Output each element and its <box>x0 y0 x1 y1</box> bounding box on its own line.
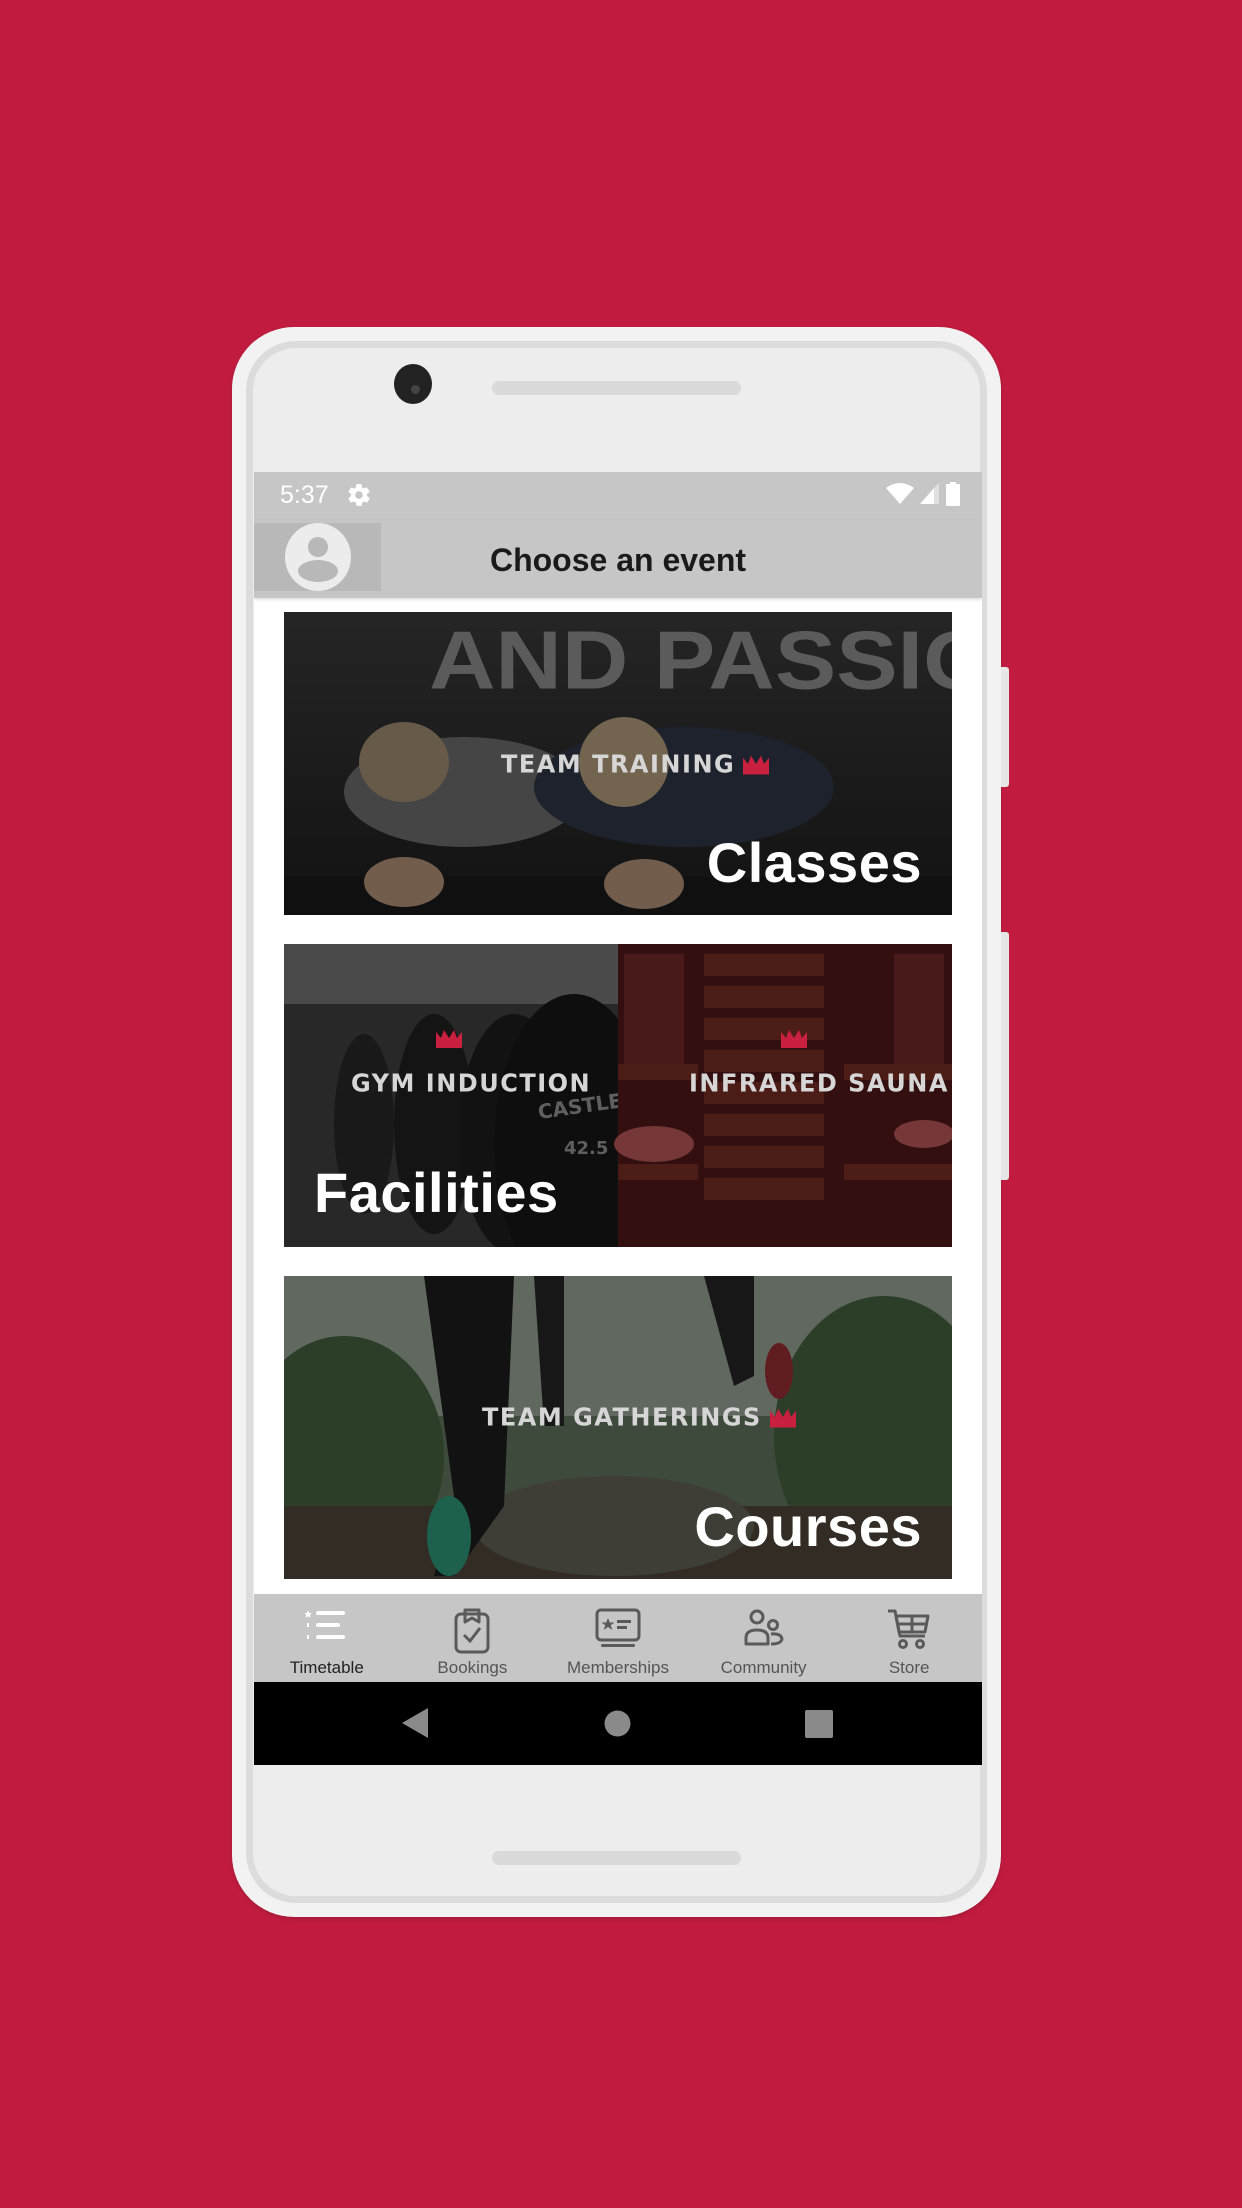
cart-icon <box>888 1609 930 1649</box>
back-icon[interactable] <box>402 1708 428 1738</box>
volume-button <box>1001 932 1009 1180</box>
crown-icon <box>781 1030 807 1048</box>
status-icons <box>886 482 960 506</box>
app-header: Choose an event <box>254 520 982 598</box>
crown-icon <box>436 1030 462 1048</box>
membership-card-icon <box>595 1608 641 1647</box>
tab-bookings[interactable]: Bookings <box>400 1594 546 1682</box>
signal-icon <box>920 483 939 504</box>
gym-induction-logo: GYM INDUCTION <box>351 1068 592 1098</box>
card-title: Facilities <box>314 1161 559 1224</box>
status-time: 5:37 <box>280 481 329 509</box>
list-icon <box>304 1610 345 1639</box>
wifi-icon <box>886 483 914 504</box>
card-title: Classes <box>706 831 922 894</box>
home-icon[interactable] <box>604 1710 631 1737</box>
system-nav-bar <box>254 1682 982 1765</box>
gear-icon <box>348 484 370 506</box>
recents-icon[interactable] <box>805 1710 833 1738</box>
clipboard-check-icon <box>454 1608 490 1654</box>
event-list: AND PASSION HARD TEAM TRAINING Classes <box>254 598 982 1594</box>
infrared-sauna-logo: INFRARED SAUNA <box>689 1068 949 1098</box>
team-training-logo: TEAM TRAINING <box>501 749 770 779</box>
battery-icon <box>946 482 960 506</box>
bottom-speaker <box>492 1851 741 1865</box>
status-bar: 5:37 <box>254 472 982 520</box>
team-gatherings-logo: TEAM GATHERINGS <box>482 1402 796 1432</box>
earpiece-speaker <box>492 381 741 395</box>
event-card-classes[interactable]: AND PASSION HARD TEAM TRAINING Classes <box>284 612 952 915</box>
event-card-facilities[interactable]: CASTLE 42.5 GYM INDUCTION INFRARED SAUNA… <box>284 944 952 1247</box>
card-title: Courses <box>694 1495 922 1558</box>
app-screen: 5:37 Choose an event AND PASSI TEAM TRAI… <box>254 472 982 1765</box>
people-icon <box>744 1609 784 1646</box>
power-button <box>1001 667 1009 787</box>
front-camera <box>394 364 432 404</box>
tab-community[interactable]: Community <box>691 1594 837 1682</box>
bottom-tab-bar: Timetable Bookings Memberships Community… <box>254 1594 982 1682</box>
crown-icon <box>743 755 770 775</box>
crown-icon <box>769 1408 796 1428</box>
page-title: Choose an event <box>489 542 747 578</box>
tab-memberships[interactable]: Memberships <box>545 1594 691 1682</box>
tab-timetable[interactable]: Timetable <box>254 1594 400 1682</box>
event-card-courses[interactable]: TEAM GATHERINGS Courses <box>284 1276 952 1579</box>
tab-store[interactable]: Store <box>836 1594 982 1682</box>
